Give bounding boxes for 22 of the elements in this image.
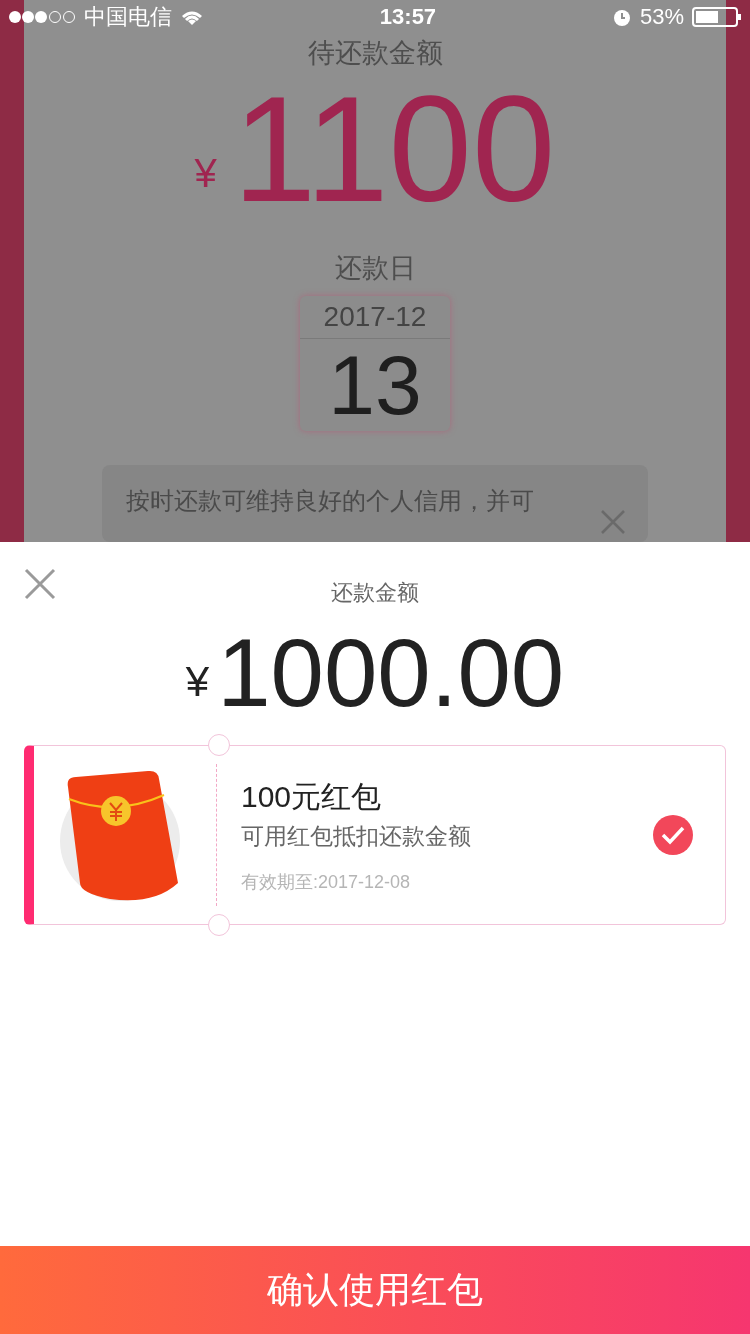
amount-label: 待还款金额 — [307, 37, 443, 70]
sheet-title: 还款金额 — [331, 579, 419, 607]
confirm-button[interactable]: 确认使用红包 — [0, 1246, 750, 1334]
currency-symbol: ¥ — [185, 657, 210, 707]
close-icon[interactable] — [24, 568, 56, 600]
close-icon[interactable] — [600, 509, 626, 536]
signal-icon — [8, 9, 76, 24]
carrier-name: 中国电信 — [84, 3, 172, 31]
notice-text: 按时还款可维持良好的个人信用，并可 — [126, 486, 535, 517]
checkmark-icon[interactable] — [653, 815, 693, 855]
coupon-description: 可用红包抵扣还款金额 — [241, 821, 472, 851]
battery-percent: 53% — [639, 3, 684, 31]
due-date-label: 还款日 — [334, 251, 416, 285]
battery-icon — [692, 5, 742, 28]
calendar-day: 13 — [300, 339, 450, 432]
status-time: 13:57 — [379, 3, 437, 31]
coupon-validity: 有效期至:2017-12-08 — [241, 871, 412, 895]
due-amount: 1100 — [232, 73, 556, 224]
currency-symbol: ¥ — [194, 149, 217, 197]
coupon-title: 100元红包 — [241, 778, 383, 815]
repay-amount: 1000.00 — [217, 625, 565, 721]
calendar-month: 2017-12 — [300, 296, 450, 339]
